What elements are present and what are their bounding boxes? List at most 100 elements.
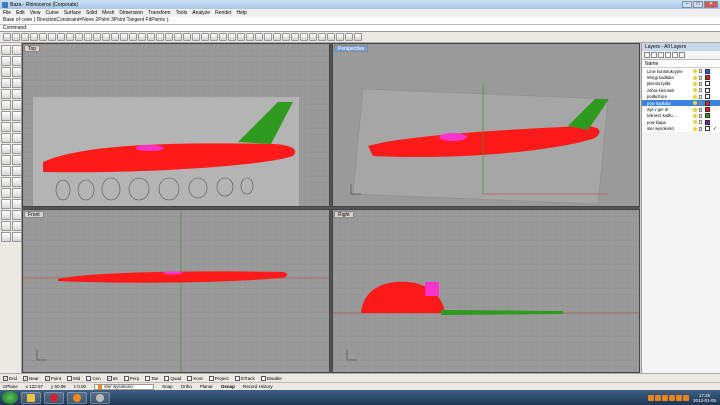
- toolbar-tool-icon[interactable]: [309, 33, 317, 41]
- toolbar-tool-icon[interactable]: [291, 33, 299, 41]
- left-tool-icon[interactable]: [1, 155, 11, 165]
- lightbulb-icon[interactable]: [693, 81, 697, 86]
- toolbar-tool-icon[interactable]: [57, 33, 65, 41]
- menu-edit[interactable]: Edit: [16, 10, 25, 16]
- lightbulb-icon[interactable]: [693, 120, 697, 125]
- tray-icon[interactable]: [654, 394, 661, 401]
- toolbar-tool-icon[interactable]: [273, 33, 281, 41]
- osnap-checkbox[interactable]: ✓: [3, 375, 8, 381]
- left-tool-icon[interactable]: [12, 199, 22, 209]
- left-tool-icon[interactable]: [1, 122, 11, 132]
- tray-icon[interactable]: [647, 394, 654, 401]
- left-tool-icon[interactable]: [1, 89, 11, 99]
- toolbar-tool-icon[interactable]: [237, 33, 245, 41]
- osnap-checkbox[interactable]: [164, 375, 170, 381]
- osnap-cen[interactable]: Cen: [86, 375, 101, 381]
- toolbar-tool-icon[interactable]: [201, 33, 209, 41]
- lock-icon[interactable]: [699, 107, 702, 112]
- move-down-icon[interactable]: [672, 52, 678, 58]
- layer-color-swatch[interactable]: [705, 75, 710, 81]
- tray-icon[interactable]: [661, 394, 668, 401]
- osnap-perp[interactable]: Perp: [123, 375, 139, 381]
- viewport-label-perspective[interactable]: Perspective: [334, 45, 369, 52]
- move-up-icon[interactable]: [665, 52, 671, 58]
- left-tool-icon[interactable]: [1, 232, 11, 242]
- layer-row[interactable]: ster wysokości ✓: [642, 125, 720, 132]
- menu-file[interactable]: File: [3, 10, 11, 16]
- left-tool-icon[interactable]: [12, 144, 22, 154]
- lightbulb-icon[interactable]: [693, 69, 697, 74]
- left-tool-icon[interactable]: [1, 177, 11, 187]
- left-tool-icon[interactable]: [1, 45, 11, 55]
- viewport-label-front[interactable]: Front: [24, 211, 44, 218]
- left-tool-icon[interactable]: [12, 111, 22, 121]
- left-tool-icon[interactable]: [12, 188, 22, 198]
- perspective-viewport[interactable]: Perspective: [332, 43, 640, 207]
- status-layer-selector[interactable]: ster wysokości: [94, 383, 155, 390]
- menu-tools[interactable]: Tools: [176, 10, 188, 16]
- left-tool-icon[interactable]: [12, 221, 22, 231]
- toolbar-tool-icon[interactable]: [174, 33, 182, 41]
- osnap-checkbox[interactable]: [208, 375, 214, 381]
- left-tool-icon[interactable]: [1, 166, 11, 176]
- toolbar-tool-icon[interactable]: [21, 33, 29, 41]
- left-tool-icon[interactable]: [12, 166, 22, 176]
- new-layer-icon[interactable]: [644, 52, 650, 58]
- left-tool-icon[interactable]: [1, 188, 11, 198]
- osnap-checkbox[interactable]: [234, 375, 240, 381]
- osnap-mid[interactable]: Mid: [67, 375, 80, 381]
- lock-icon[interactable]: [699, 120, 702, 125]
- left-tool-icon[interactable]: [12, 232, 22, 242]
- toolbar-tool-icon[interactable]: [327, 33, 335, 41]
- toolbar-tool-icon[interactable]: [48, 33, 56, 41]
- toolbar-tool-icon[interactable]: [129, 33, 137, 41]
- left-tool-icon[interactable]: [1, 67, 11, 77]
- osnap-checkbox[interactable]: [145, 375, 151, 381]
- osnap-strack[interactable]: STrack: [234, 375, 255, 381]
- toolbar-tool-icon[interactable]: [138, 33, 146, 41]
- left-tool-icon[interactable]: [12, 100, 22, 110]
- lightbulb-icon[interactable]: [693, 101, 697, 106]
- snap-toggle[interactable]: Snap: [162, 384, 173, 389]
- tray-icon[interactable]: [668, 394, 675, 401]
- lock-icon[interactable]: [699, 69, 702, 74]
- toolbar-tool-icon[interactable]: [246, 33, 254, 41]
- toolbar-tool-icon[interactable]: [336, 33, 344, 41]
- osnap-checkbox[interactable]: [86, 375, 92, 381]
- left-tool-icon[interactable]: [1, 144, 11, 154]
- menu-surface[interactable]: Surface: [64, 10, 81, 16]
- lightbulb-icon[interactable]: [693, 126, 697, 131]
- minimize-button[interactable]: –: [682, 1, 692, 8]
- osnap-checkbox[interactable]: [67, 375, 73, 381]
- menu-help[interactable]: Help: [237, 10, 247, 16]
- osnap-end[interactable]: ✓ End: [3, 375, 17, 381]
- toolbar-tool-icon[interactable]: [120, 33, 128, 41]
- toolbar-tool-icon[interactable]: [102, 33, 110, 41]
- left-tool-icon[interactable]: [12, 210, 22, 220]
- toolbar-tool-icon[interactable]: [183, 33, 191, 41]
- left-tool-icon[interactable]: [1, 56, 11, 66]
- toolbar-tool-icon[interactable]: [156, 33, 164, 41]
- layer-color-swatch[interactable]: [705, 94, 710, 100]
- toolbar-tool-icon[interactable]: [30, 33, 38, 41]
- toolbar-tool-icon[interactable]: [12, 33, 20, 41]
- record-history-toggle[interactable]: Record History: [243, 384, 273, 389]
- menu-dimension[interactable]: Dimension: [119, 10, 143, 16]
- left-tool-icon[interactable]: [1, 210, 11, 220]
- toolbar-tool-icon[interactable]: [318, 33, 326, 41]
- front-viewport[interactable]: Front: [22, 209, 330, 373]
- left-tool-icon[interactable]: [12, 89, 22, 99]
- toolbar-tool-icon[interactable]: [39, 33, 47, 41]
- left-tool-icon[interactable]: [12, 177, 22, 187]
- osnap-checkbox[interactable]: [260, 375, 266, 381]
- left-tool-icon[interactable]: [1, 78, 11, 88]
- toolbar-tool-icon[interactable]: [345, 33, 353, 41]
- lock-icon[interactable]: [699, 75, 702, 80]
- osnap-near[interactable]: ✓ Near: [23, 375, 39, 381]
- left-tool-icon[interactable]: [12, 155, 22, 165]
- osnap-project[interactable]: Project: [208, 375, 229, 381]
- delete-layer-icon[interactable]: [658, 52, 664, 58]
- layer-color-swatch[interactable]: [705, 81, 710, 87]
- layer-color-swatch[interactable]: [705, 87, 710, 93]
- layer-color-swatch[interactable]: [705, 100, 710, 106]
